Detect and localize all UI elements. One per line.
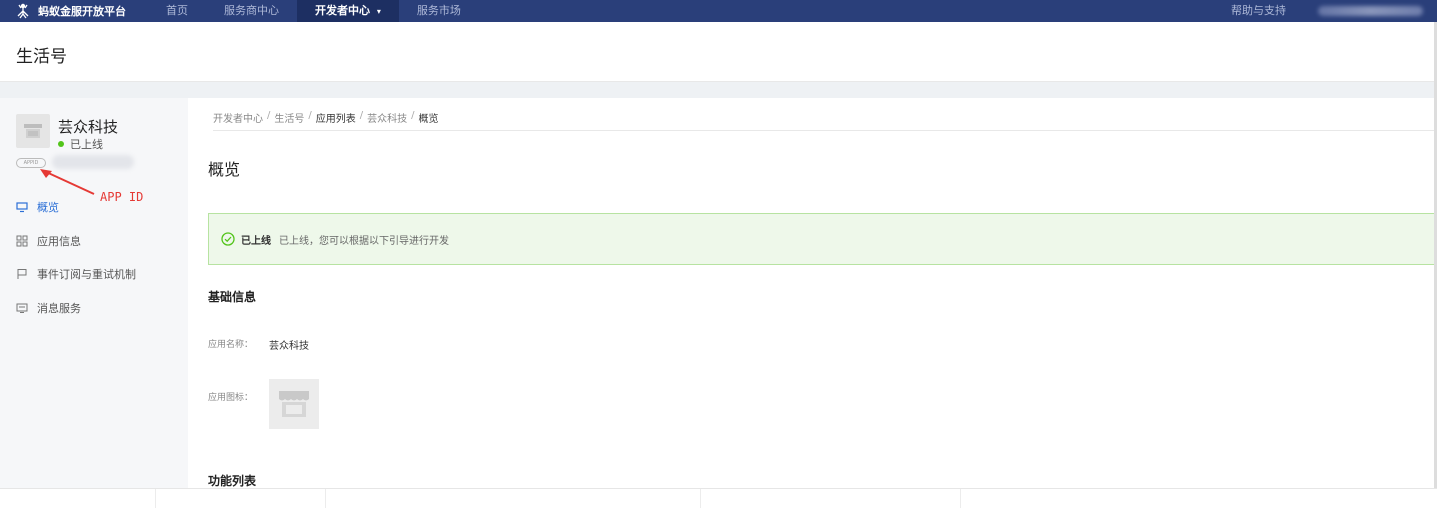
app-avatar (16, 114, 50, 148)
nav-service-market[interactable]: 服务市场 (399, 0, 479, 22)
bottom-bar (0, 488, 1437, 508)
features-heading: 功能列表 (208, 474, 257, 488)
status-dot-icon (58, 141, 64, 147)
appid-value-redacted (52, 155, 134, 169)
sidebar: 芸众科技 已上线 APPID APP ID 概览 应用信息 事件订阅与重试机制 (0, 98, 188, 488)
nav-provider-center[interactable]: 服务商中心 (206, 0, 297, 22)
alert-message: 已上线，您可以根据以下引导进行开发 (279, 235, 449, 247)
monitor-icon (16, 202, 28, 213)
bottom-divider (325, 489, 326, 508)
appid-tag: APPID (16, 158, 46, 168)
page-header: 生活号 (0, 22, 1437, 82)
breadcrumb: 开发者中心 / 生活号 / 应用列表 / 芸众科技 / 概览 (213, 110, 439, 125)
store-icon (279, 391, 309, 417)
breadcrumb-separator: / (359, 110, 364, 121)
annotation-arrow-icon (40, 169, 95, 195)
check-circle-icon (221, 232, 235, 246)
sidebar-item-app-info[interactable]: 应用信息 (16, 233, 186, 249)
app-status-label: 已上线 (70, 138, 103, 151)
app-name-label: 应用名称： (208, 340, 254, 350)
sidebar-item-label: 应用信息 (37, 235, 81, 248)
breadcrumb-life-account[interactable]: 生活号 (274, 110, 304, 125)
help-support-link[interactable]: 帮助与支持 (1231, 0, 1286, 22)
sidebar-item-label: 事件订阅与重试机制 (37, 268, 136, 281)
ant-logo-icon (17, 3, 29, 19)
bottom-divider (960, 489, 961, 508)
product-title: 生活号 (16, 47, 67, 67)
bottom-divider (700, 489, 701, 508)
breadcrumb-separator: / (308, 110, 312, 121)
breadcrumb-developer-center[interactable]: 开发者中心 (213, 110, 263, 125)
app-icon-preview (269, 379, 319, 429)
grid-icon (16, 235, 28, 247)
message-icon (16, 303, 28, 313)
main-content: 开发者中心 / 生活号 / 应用列表 / 芸众科技 / 概览 概览 已上线 已上线，您可… (188, 98, 1437, 488)
sidebar-item-message-service[interactable]: 消息服务 (16, 300, 186, 316)
nav-developer-center[interactable]: 开发者中心 ▾ (297, 0, 399, 22)
breadcrumb-divider (213, 130, 1437, 131)
app-name-value: 芸众科技 (269, 341, 309, 352)
sidebar-item-overview[interactable]: 概览 (16, 199, 186, 215)
status-alert: 已上线 已上线，您可以根据以下引导进行开发 (208, 213, 1437, 265)
brand-logo[interactable]: 蚂蚁金服开放平台 (0, 3, 148, 19)
sidebar-item-label: 概览 (37, 201, 59, 214)
breadcrumb-current: 概览 (418, 114, 439, 125)
breadcrumb-app-name[interactable]: 芸众科技 (367, 110, 407, 125)
sidebar-item-event-subscription[interactable]: 事件订阅与重试机制 (16, 266, 186, 282)
brand-name: 蚂蚁金服开放平台 (38, 5, 126, 18)
flag-icon (17, 269, 27, 279)
top-navigation-bar: 蚂蚁金服开放平台 首页 服务商中心 开发者中心 ▾ 服务市场 帮助与支持 (0, 0, 1437, 22)
page-title: 概览 (208, 160, 241, 179)
store-icon (24, 124, 42, 138)
bottom-divider (155, 489, 156, 508)
sidebar-item-label: 消息服务 (37, 302, 81, 315)
breadcrumb-app-list[interactable]: 应用列表 (316, 110, 356, 125)
user-account-redacted[interactable] (1318, 6, 1423, 16)
header-divider (0, 82, 1437, 98)
alert-title: 已上线 (241, 235, 271, 247)
basic-info-heading: 基础信息 (208, 290, 257, 304)
breadcrumb-separator: / (267, 110, 271, 121)
breadcrumb-separator: / (411, 110, 415, 121)
app-status: 已上线 (58, 136, 103, 152)
nav-home[interactable]: 首页 (148, 0, 206, 22)
app-name: 芸众科技 (58, 118, 119, 136)
caret-down-icon: ▾ (376, 7, 381, 16)
app-icon-label: 应用图标： (208, 393, 254, 403)
nav-developer-center-label: 开发者中心 (315, 4, 370, 17)
